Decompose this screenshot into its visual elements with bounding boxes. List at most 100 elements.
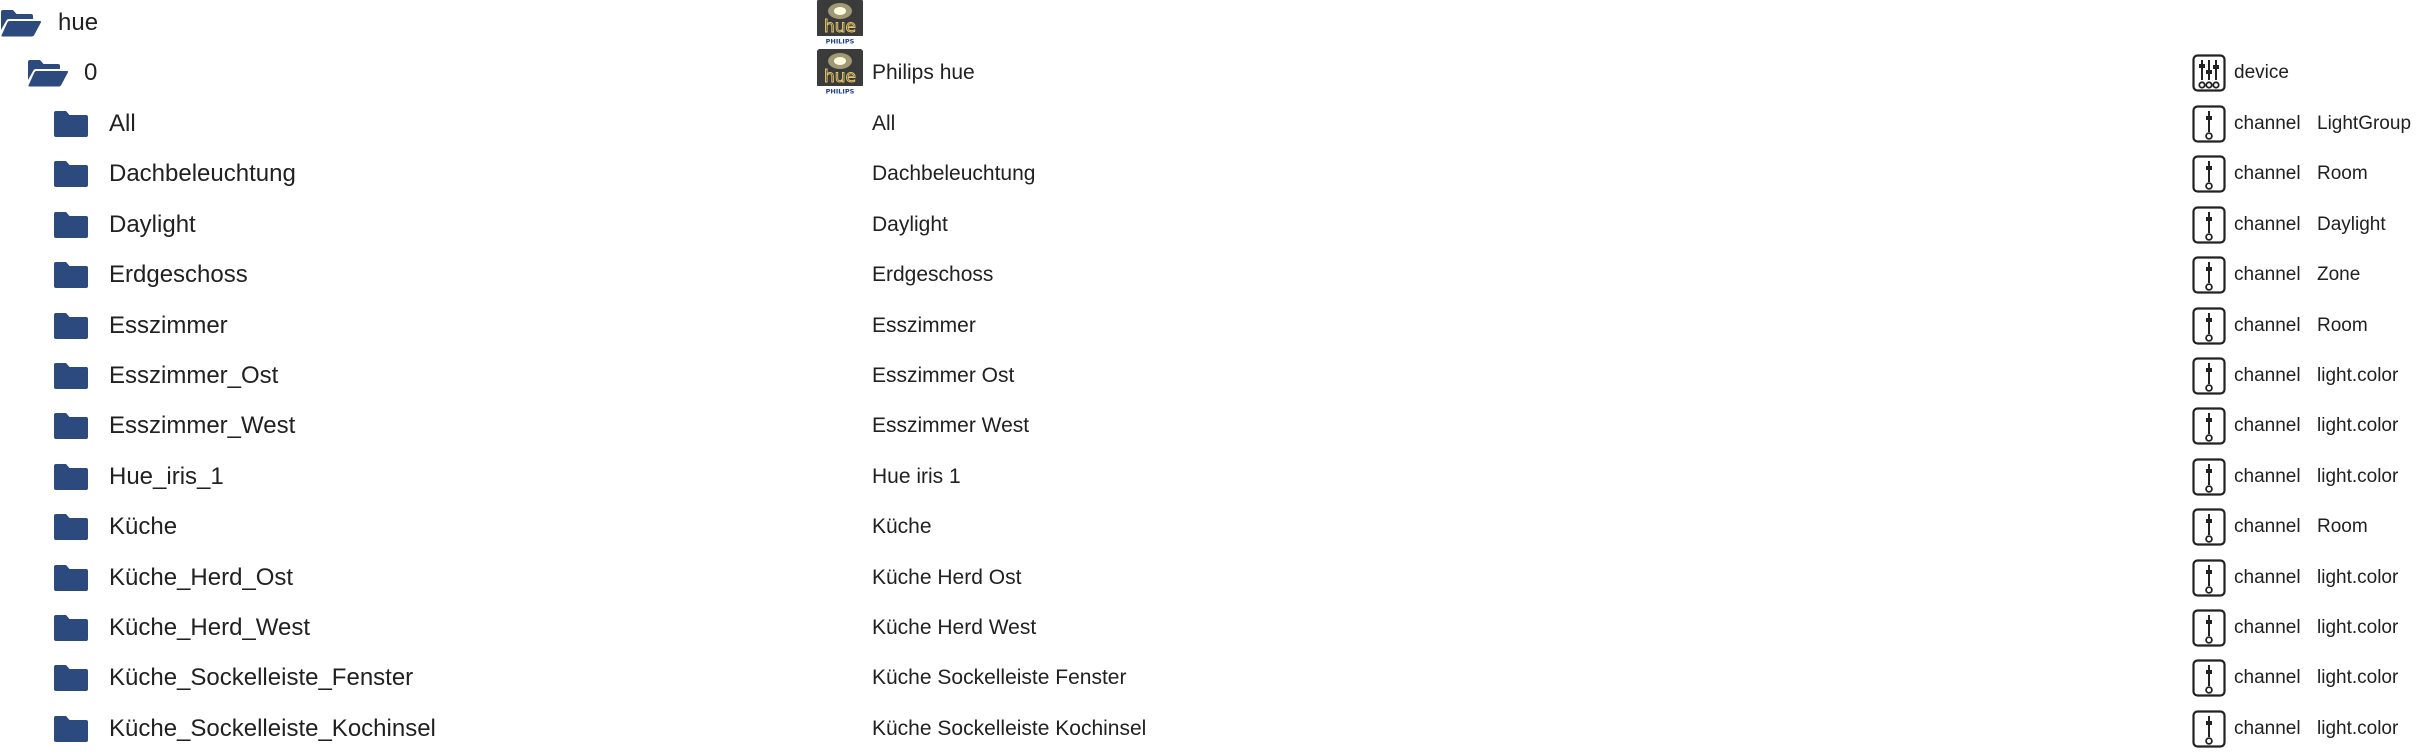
tree-row-channel[interactable]: Küche_Sockelleiste_Kochinsel Küche Sockel… [0,704,2433,754]
folder-icon[interactable] [52,463,90,491]
object-id: Erdgeschoss [109,261,248,289]
tree-row-channel[interactable]: Daylight Daylight channel Daylight [0,200,2433,250]
object-title: Küche [872,515,932,539]
object-type: channel [2234,516,2301,538]
object-id: Daylight [109,210,196,238]
hue-adapter-icon: hue PHILIPS [817,49,863,95]
folder-icon[interactable] [52,362,90,390]
object-type: channel [2234,163,2301,185]
tree-row-channel[interactable]: Esszimmer Esszimmer channel Room [0,301,2433,351]
object-id: Küche_Herd_West [109,614,310,641]
hue-logo-word: hue [824,17,856,37]
tree-row-hue[interactable]: hue hue PHILIPS [0,0,2433,48]
channel-icon [2192,659,2226,697]
channel-icon [2192,407,2226,445]
folder-icon[interactable] [52,261,90,289]
tree-row-instance-0[interactable]: 0 hue PHILIPS Philips hue device [0,48,2433,98]
channel-icon [2192,609,2226,647]
object-role: Daylight [2317,213,2386,235]
object-id: Küche_Herd_Ost [109,563,294,591]
object-role: Room [2317,163,2368,185]
tree-row-channel[interactable]: All All channel LightGroup [0,99,2433,149]
object-id: Esszimmer_West [109,412,296,440]
channel-icon [2192,206,2226,244]
object-title: Küche Herd West [872,616,1037,639]
object-type: channel [2234,465,2301,487]
object-id: Küche_Sockelleiste_Fenster [109,664,414,692]
channel-icon [2192,357,2226,395]
channel-icon [2192,458,2226,496]
object-type: channel [2234,264,2301,286]
object-role: Room [2317,314,2368,336]
object-role: light.color [2317,717,2399,739]
folder-icon[interactable] [52,564,90,592]
object-id: Esszimmer_Ost [109,362,279,389]
object-title: Hue iris 1 [872,464,961,488]
object-title: Philips hue [872,61,975,84]
channel-icon [2192,155,2226,193]
object-type: channel [2234,365,2301,386]
object-id: 0 [84,59,98,86]
object-role: light.color [2317,566,2399,588]
tree-row-channel[interactable]: Esszimmer_Ost Esszimmer Ost channel light.… [0,351,2433,401]
tree-row-channel[interactable]: Erdgeschoss Erdgeschoss channel Zone [0,250,2433,300]
object-title: Erdgeschoss [872,263,994,287]
philips-logo-word: PHILIPS [826,38,855,46]
channel-icon [2192,710,2226,748]
tree-row-channel[interactable]: Hue_iris_1 Hue iris 1 channel light.color [0,452,2433,502]
folder-icon[interactable] [52,312,90,340]
object-role: Room [2317,516,2368,538]
object-role: light.color [2317,365,2399,386]
folder-open-icon[interactable] [27,58,69,88]
object-id: Esszimmer [109,311,228,339]
object-id: Hue_iris_1 [109,462,224,490]
folder-icon[interactable] [52,513,90,541]
object-id: hue [58,9,99,36]
object-title: Küche Sockelleiste Fenster [872,666,1127,690]
object-type: channel [2234,667,2301,689]
object-role: light.color [2317,415,2399,437]
folder-icon[interactable] [52,412,90,440]
object-title: Küche Herd Ost [872,565,1022,589]
tree-row-channel[interactable]: Dachbeleuchtung Dachbeleuchtung channel Ro… [0,149,2433,199]
tree-row-channel[interactable]: Küche_Sockelleiste_Fenster Küche Sockelle… [0,653,2433,703]
object-title: Küche Sockelleiste Kochinsel [872,716,1147,740]
folder-icon[interactable] [52,715,90,743]
tree-row-channel[interactable]: Küche_Herd_Ost Küche Herd Ost channel ligh… [0,553,2433,603]
folder-icon[interactable] [52,614,90,642]
channel-icon [2192,256,2226,294]
philips-logo-word: PHILIPS [826,88,855,96]
object-role: light.color [2317,465,2399,487]
object-title: Esszimmer [872,313,976,337]
tree-row-channel[interactable]: Küche Küche channel Room [0,502,2433,552]
object-id: Dachbeleuchtung [109,160,296,188]
object-type: channel [2234,717,2301,739]
object-type: device [2234,62,2289,83]
object-type: channel [2234,213,2301,235]
channel-icon [2192,508,2226,546]
folder-icon[interactable] [52,664,90,692]
tree-row-channel[interactable]: Esszimmer_West Esszimmer West channel ligh… [0,401,2433,451]
object-id: Küche_Sockelleiste_Kochinsel [109,714,436,742]
object-title: All [872,112,896,135]
object-title: Daylight [872,212,948,236]
folder-icon[interactable] [52,211,90,239]
object-id: Küche [109,513,178,541]
object-role: Zone [2317,264,2361,286]
object-id: All [109,110,136,137]
folder-icon[interactable] [52,110,90,138]
folder-open-icon[interactable] [0,8,42,38]
tree-row-channel[interactable]: Küche_Herd_West Küche Herd West channel li… [0,603,2433,653]
channel-icon [2192,558,2226,597]
object-role: LightGroup [2317,113,2412,134]
object-type: channel [2234,113,2301,134]
hue-logo-word: hue [824,67,856,87]
folder-icon[interactable] [52,160,90,188]
object-type: channel [2234,617,2301,638]
channel-icon [2192,105,2226,143]
object-role: light.color [2317,667,2399,689]
hue-adapter-icon: hue PHILIPS [817,0,863,45]
object-role: light.color [2317,617,2399,638]
channel-icon [2192,306,2226,345]
device-icon [2192,54,2226,92]
